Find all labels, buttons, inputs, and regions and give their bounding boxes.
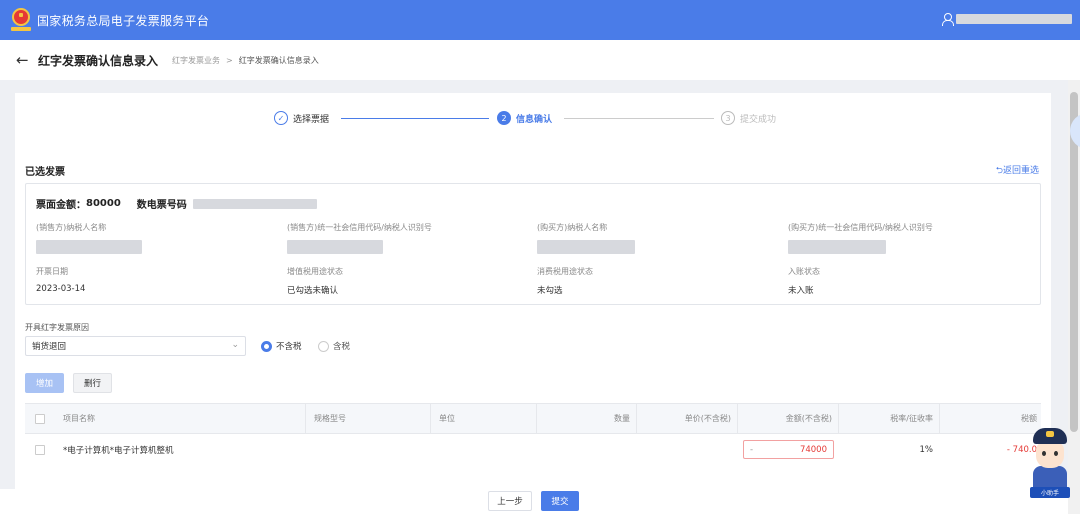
col-unit: 单位 [430,404,536,433]
page-header: ← 红字发票确认信息录入 红字发票业务 > 红字发票确认信息录入 [0,40,1080,80]
platform-title: 国家税务总局电子发票服务平台 [37,13,210,28]
issue-date-field: 开票日期 2023-03-14 [36,266,286,298]
col-amount: 金额(不含税) [737,404,838,433]
breadcrumb: 红字发票业务 > 红字发票确认信息录入 [172,55,319,66]
reason-selected-value: 销货退回 [32,342,67,352]
top-bar: 国家税务总局电子发票服务平台 [0,0,1080,40]
col-tax: 税额 [939,404,1041,433]
step-connector [564,118,714,119]
col-tax-rate: 税率/征收率 [838,404,939,433]
user-menu[interactable] [942,13,1072,26]
assistant-mascot[interactable]: 小助手 [1027,428,1075,500]
step-number-icon: 3 [721,111,735,125]
amount-value: 74000 [799,444,827,455]
table-row: *电子计算机*电子计算机整机 - 74000 1% - 740.0 [25,434,1041,465]
section-title-selected-invoice: 已选发票 [25,167,65,178]
reason-label: 开具红字发票原因 [25,323,89,332]
chevron-down-icon: ⌄ [231,340,239,350]
reselect-link[interactable]: ⮌返回重选 [996,163,1039,179]
main-card: ✓ 选择票据 2 信息确认 3 提交成功 已选发票 ⮌返回重选 票面金额： 80… [15,93,1051,489]
select-all-checkbox[interactable] [35,413,45,424]
user-icon [942,13,954,26]
field-label: (销售方)统一社会信用代码/纳税人识别号 [287,223,432,232]
seller-tax-id-redacted [287,240,383,254]
invoice-summary: 票面金额： 80000 数电票号码 [36,196,317,211]
field-label: 开票日期 [36,267,68,276]
field-value: 已勾选未确认 [287,286,339,296]
table-header: 项目名称 规格型号 单位 数量 单价(不含税) 金额(不含税) 税率/征收率 税… [25,403,1041,434]
step-label: 信息确认 [516,114,553,125]
step-select-ticket: ✓ 选择票据 [274,111,329,125]
page-title: 红字发票确认信息录入 [38,53,159,68]
footer-actions: 上一步 提交 [0,489,1080,514]
field-value: 未勾选 [537,286,563,296]
amount-sign: - [750,444,754,455]
add-row-button[interactable]: 增加 [25,373,64,393]
radio-checked-icon [261,340,272,352]
submit-button[interactable]: 提交 [541,491,579,511]
buyer-name-field: (购买方)纳税人名称 [537,222,787,254]
delete-row-button[interactable]: 删行 [73,373,112,393]
amount-value: 80000 [86,198,121,209]
row-checkbox[interactable] [35,444,45,455]
step-connector [341,118,489,119]
cell-tax-rate[interactable]: 1% [838,434,934,465]
radio-tax-inclusive[interactable]: 含税 [318,340,350,352]
col-item-name: 项目名称 [63,414,95,423]
previous-step-button[interactable]: 上一步 [488,491,532,511]
reason-select[interactable]: 销货退回 ⌄ [25,336,246,356]
accounting-status-field: 入账状态 未入账 [788,266,1038,298]
field-label: 增值税用途状态 [287,267,343,276]
items-table: 项目名称 规格型号 单位 数量 单价(不含税) 金额(不含税) 税率/征收率 税… [25,403,1041,465]
field-label: (购买方)统一社会信用代码/纳税人识别号 [788,223,933,232]
check-circle-icon: ✓ [274,111,288,125]
breadcrumb-separator-icon: > [226,55,233,65]
step-info-confirm: 2 信息确认 [497,111,552,125]
buyer-tax-id-redacted [788,240,886,254]
buyer-tax-id-field: (购买方)统一社会信用代码/纳税人识别号 [788,222,1038,254]
field-value: 未入账 [788,286,814,296]
assistant-label: 小助手 [1030,487,1070,498]
breadcrumb-item-red-invoice[interactable]: 红字发票业务 [172,55,220,66]
col-unit-price: 单价(不含税) [636,404,737,433]
progress-steps: ✓ 选择票据 2 信息确认 3 提交成功 [15,103,1051,133]
amount-label: 票面金额： [36,200,86,211]
invoice-number-redacted [192,198,317,209]
mascot-hat-icon [1033,428,1067,444]
buyer-name-redacted [537,240,635,254]
col-quantity: 数量 [536,404,636,433]
step-number-icon: 2 [497,111,511,125]
field-value: 2023-03-14 [36,284,86,294]
col-spec: 规格型号 [305,404,430,433]
radio-tax-exclusive[interactable]: 不含税 [261,340,302,352]
cell-tax-amount: - 740.0 [1006,444,1037,455]
field-label: (销售方)纳税人名称 [36,223,107,232]
vat-usage-status-field: 增值税用途状态 已勾选未确认 [287,266,537,298]
field-label: 消费税用途状态 [537,267,593,276]
radio-unchecked-icon [318,340,329,352]
breadcrumb-item-current: 红字发票确认信息录入 [238,55,319,65]
selected-invoice-panel: 票面金额： 80000 数电票号码 (销售方)纳税人名称 (销售方)统一社会信用… [25,183,1041,305]
field-label: (购买方)纳税人名称 [537,223,608,232]
step-label: 选择票据 [293,114,330,125]
cell-item-name[interactable]: *电子计算机*电子计算机整机 [63,434,303,465]
radio-label: 含税 [333,342,351,352]
step-submit-success: 3 提交成功 [721,111,776,125]
seller-name-field: (销售方)纳税人名称 [36,222,286,254]
field-label: 入账状态 [788,267,820,276]
emblem-logo-icon [11,8,31,32]
mascot-face-icon [1036,442,1064,468]
consumption-tax-status-field: 消费税用途状态 未勾选 [537,266,787,298]
step-label: 提交成功 [740,114,777,125]
seller-name-redacted [36,240,142,254]
amount-input[interactable]: - 74000 [743,440,834,459]
invoice-number-label: 数电票号码 [136,200,187,211]
radio-label: 不含税 [276,342,302,352]
back-arrow-icon[interactable]: ← [16,51,32,69]
user-name-redacted [956,14,1072,24]
seller-tax-id-field: (销售方)统一社会信用代码/纳税人识别号 [287,222,537,254]
